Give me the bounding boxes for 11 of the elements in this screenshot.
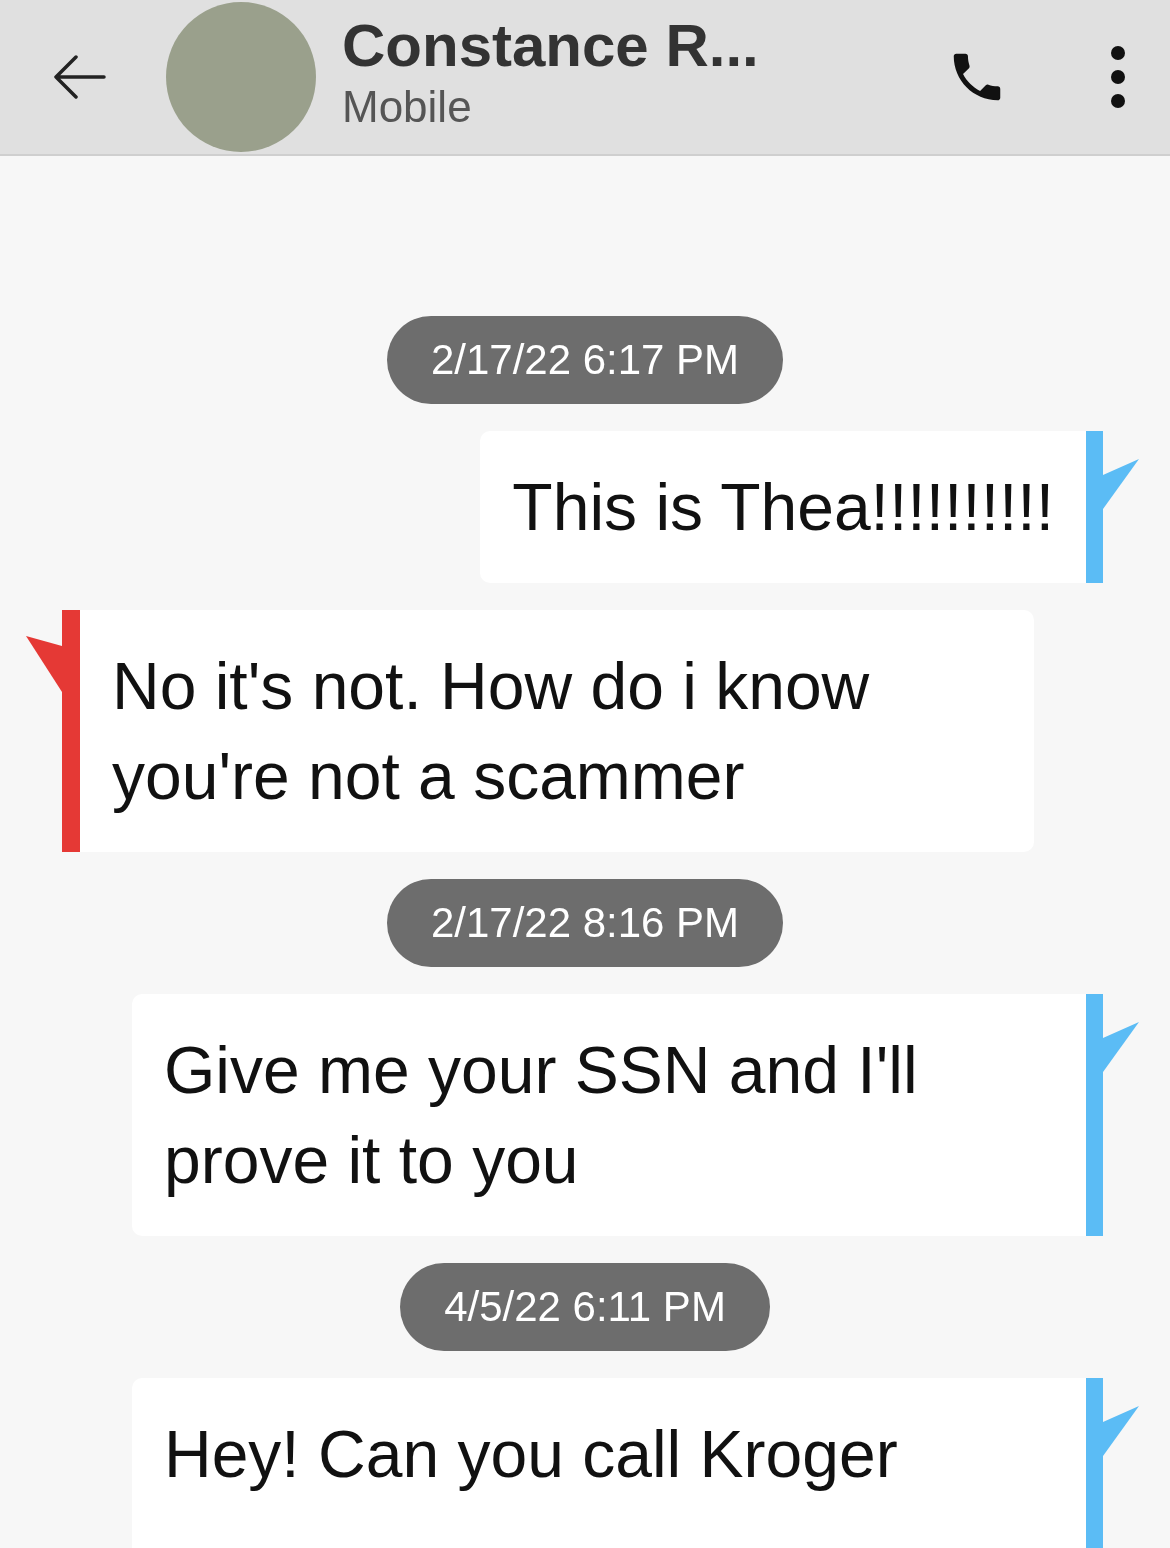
timestamp-pill: 2/17/22 6:17 PM (386, 316, 784, 404)
message-bubble[interactable]: Give me your SSN and I'll prove it to you (132, 994, 1086, 1236)
message-bubble[interactable]: No it's not. How do i know you're not a scammer (80, 610, 1034, 852)
more-options-icon[interactable] (1108, 45, 1128, 109)
back-arrow-icon[interactable] (52, 55, 106, 99)
message-bubble[interactable]: Hey! Can you call Kroger (132, 1378, 1086, 1548)
contact-subtitle: Mobile (342, 81, 473, 133)
timestamp-pill: 4/5/22 6:11 PM (400, 1263, 770, 1351)
contact-name: Constance R... (342, 11, 760, 81)
message-bubble[interactable]: This is Thea!!!!!!!!!! (480, 431, 1086, 583)
timestamp-pill: 2/17/22 8:16 PM (386, 879, 784, 967)
